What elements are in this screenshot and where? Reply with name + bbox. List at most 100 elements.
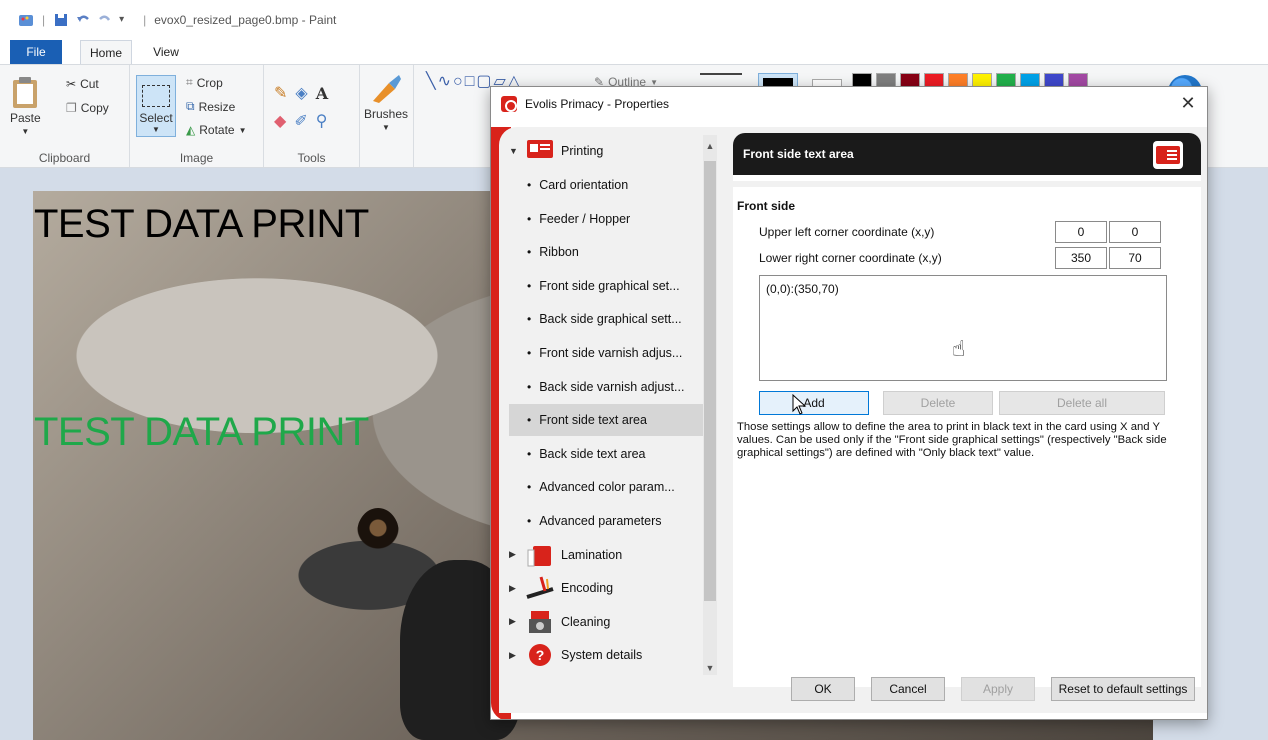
collapsed-icon[interactable]: ▶ <box>509 549 519 560</box>
hand-cursor-icon: ☝ <box>952 336 966 361</box>
tree-item-label: Encoding <box>561 581 614 596</box>
pencil-icon[interactable]: ✎ <box>274 83 287 103</box>
tree-item[interactable]: Advanced color param... <box>509 471 705 503</box>
tools-row-1: ✎ ◈ A <box>274 83 328 103</box>
lamination-icon <box>525 542 555 568</box>
copy-button[interactable]: ❐ Copy <box>66 101 109 115</box>
tree-item-label: System details <box>561 648 643 663</box>
rotate-button[interactable]: ◭ Rotate ▼ <box>186 123 247 137</box>
chevron-down-icon: ▼ <box>382 123 390 132</box>
eraser-icon[interactable]: ◆ <box>274 111 286 131</box>
tree-item[interactable]: Front side varnish adjus... <box>509 337 705 369</box>
upper-left-x-field[interactable]: 0 <box>1055 221 1107 243</box>
tree-item[interactable]: Front side graphical set... <box>509 270 705 302</box>
dialog-body: ▼ Printing Card orientation Feeder / Hopper… <box>499 127 1207 713</box>
tree-category[interactable]: ▶ Lamination <box>509 539 705 571</box>
select-icon <box>142 85 170 107</box>
image-group: Select ▼ ⌗ Crop ⧉ Resize ◭ Rotate ▼ Image <box>130 65 264 167</box>
upper-left-y-field[interactable]: 0 <box>1109 221 1161 243</box>
tree-item[interactable]: Back side graphical sett... <box>509 303 705 335</box>
lower-right-y-field[interactable]: 70 <box>1109 247 1161 269</box>
tools-group-label: Tools <box>297 151 326 165</box>
upper-left-label: Upper left corner coordinate (x,y) <box>759 225 935 239</box>
tree-category[interactable]: ▶ Cleaning <box>509 606 705 638</box>
dialog-title: Evolis Primacy - Properties <box>525 97 670 111</box>
crop-button[interactable]: ⌗ Crop <box>186 75 223 90</box>
collapsed-icon[interactable]: ▶ <box>509 616 519 627</box>
tree-item-label: Cleaning <box>561 614 611 629</box>
tab-home[interactable]: Home <box>80 40 132 64</box>
section-title: Front side <box>737 199 796 213</box>
tab-file[interactable]: File <box>10 40 62 64</box>
tree-item-label: Front side text area <box>539 413 647 428</box>
ok-button[interactable]: OK <box>791 677 855 701</box>
svg-text:?: ? <box>536 647 545 663</box>
collapsed-icon[interactable]: ▶ <box>509 650 519 661</box>
panel-header-title: Front side text area <box>743 147 854 161</box>
lower-right-x-field[interactable]: 350 <box>1055 247 1107 269</box>
tree-item[interactable]: Ribbon <box>509 236 705 268</box>
magnifier-icon[interactable]: ⚲ <box>316 111 328 131</box>
tree-item-label: Printing <box>561 144 604 158</box>
image-group-label: Image <box>179 151 214 165</box>
fill-icon[interactable]: ◈ <box>295 83 307 103</box>
ribbon-tabs: File Home View <box>0 40 1268 64</box>
paste-button[interactable]: Paste ▼ <box>10 75 41 136</box>
scroll-up-icon[interactable]: ▲ <box>703 139 717 153</box>
tools-row-2: ◆ ✐ ⚲ <box>274 111 327 131</box>
tree-item[interactable]: Front side text area <box>509 404 705 437</box>
tree-item-label: Ribbon <box>539 245 579 260</box>
tree-item[interactable]: Back side varnish adjust... <box>509 371 705 403</box>
scrollbar-thumb[interactable] <box>704 161 716 601</box>
cut-button[interactable]: ✂ Cut <box>66 77 99 91</box>
settings-tree: ▼ Printing Card orientation Feeder / Hopper… <box>509 135 705 675</box>
tree-item[interactable]: Back side text area <box>509 438 705 470</box>
paste-icon <box>13 77 38 108</box>
canvas-text-black: TEST DATA PRINT <box>34 202 369 246</box>
tree-item-label: Card orientation <box>539 178 629 192</box>
chevron-down-icon: ▼ <box>238 125 247 135</box>
text-icon[interactable]: A <box>316 84 328 103</box>
list-item[interactable]: (0,0):(350,70) <box>766 282 1160 296</box>
brushes-button[interactable]: Brushes ▼ <box>364 73 408 132</box>
undo-icon[interactable] <box>75 12 91 28</box>
rotate-icon: ◭ <box>186 123 196 137</box>
encoding-icon <box>525 575 555 601</box>
window-title: evox0_resized_page0.bmp - Paint <box>154 13 337 27</box>
tree-item[interactable]: Card orientation <box>509 169 705 201</box>
color-picker-icon[interactable]: ✐ <box>294 111 307 131</box>
reset-defaults-button[interactable]: Reset to default settings <box>1051 677 1195 701</box>
close-button[interactable]: ✕ <box>1177 93 1199 115</box>
cleaning-icon <box>525 609 555 635</box>
tree-item-label: Feeder / Hopper <box>539 211 631 226</box>
tree-item-label: Advanced parameters <box>539 514 662 528</box>
customize-quick-access-icon[interactable]: ▾ <box>119 12 135 28</box>
save-icon[interactable] <box>53 12 69 28</box>
settings-panel: Front side Upper left corner coordinate … <box>733 187 1201 687</box>
collapsed-icon[interactable]: ▶ <box>509 583 519 594</box>
koala-eye <box>357 508 399 558</box>
tree-category[interactable]: ▼ Printing <box>509 135 705 167</box>
panel-header: Front side text area <box>733 133 1201 181</box>
tree-category[interactable]: ▶ Encoding <box>509 572 705 604</box>
tree-item[interactable]: Feeder / Hopper <box>509 203 705 235</box>
resize-button[interactable]: ⧉ Resize <box>186 99 235 114</box>
mouse-pointer-icon <box>792 394 807 415</box>
text-areas-list[interactable]: (0,0):(350,70) ☝ <box>759 275 1167 381</box>
tree-item-label: Front side graphical set... <box>539 278 680 293</box>
tree-item[interactable]: Advanced parameters <box>509 505 705 537</box>
apply-button[interactable]: Apply <box>961 677 1035 701</box>
delete-button[interactable]: Delete <box>883 391 993 415</box>
brush-icon <box>373 75 402 103</box>
redo-icon[interactable] <box>97 12 113 28</box>
cancel-button[interactable]: Cancel <box>871 677 945 701</box>
description-text: Those settings allow to define the area … <box>737 421 1167 459</box>
tree-scrollbar[interactable]: ▲ ▼ <box>703 135 717 675</box>
tab-view[interactable]: View <box>146 40 186 64</box>
dialog-footer: OK Cancel Apply Reset to default setting… <box>499 665 1207 713</box>
select-button[interactable]: Select ▼ <box>136 75 176 137</box>
paint-app-icon[interactable] <box>18 12 34 28</box>
delete-all-button[interactable]: Delete all <box>999 391 1165 415</box>
add-button[interactable]: Add <box>759 391 869 415</box>
expanded-icon[interactable]: ▼ <box>509 146 519 156</box>
